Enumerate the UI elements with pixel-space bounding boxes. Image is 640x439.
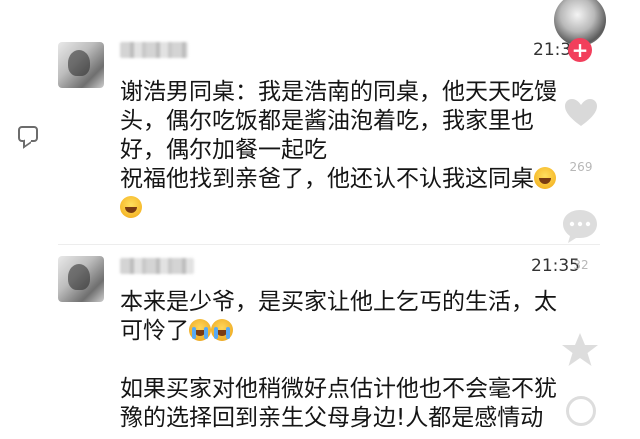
comment-count: 32 bbox=[573, 258, 589, 272]
avatar[interactable] bbox=[58, 42, 104, 88]
star-icon[interactable] bbox=[560, 330, 600, 370]
comment-icon[interactable] bbox=[18, 126, 38, 142]
follow-plus-icon[interactable]: + bbox=[568, 38, 592, 62]
heart-icon[interactable] bbox=[564, 98, 598, 128]
avatar[interactable] bbox=[58, 256, 104, 302]
comment-line bbox=[120, 194, 590, 223]
comment-line: 谢浩男同桌：我是浩南的同桌，他天天吃馒 bbox=[120, 79, 557, 105]
comment-bubble-icon[interactable] bbox=[560, 206, 600, 246]
divider bbox=[58, 244, 600, 245]
comment-line: 如果买家对他稍微好点估计他也不会毫不犹 bbox=[120, 376, 557, 402]
comment-line-text: 可怜了 bbox=[120, 318, 189, 344]
comment-line: 头，偶尔吃饭都是酱油泡着吃，我家里也 bbox=[120, 108, 534, 134]
comment-text: 本来是少爷，是买家让他上乞丐的生活，太 可怜了 如果买家对他稍微好点估计他也不会… bbox=[120, 288, 590, 433]
comment-line: 好，偶尔加餐一起吃 bbox=[120, 137, 327, 163]
laughing-crying-emoji-icon bbox=[534, 167, 556, 189]
crying-emoji-icon bbox=[211, 319, 233, 341]
comment-screen: 21:32 谢浩男同桌：我是浩南的同桌，他天天吃馒 头，偶尔吃饭都是酱油泡着吃，… bbox=[0, 0, 640, 439]
comment-line-text: 祝福他找到亲爸了，他还认不认我这同桌 bbox=[120, 166, 534, 192]
comment-text: 谢浩男同桌：我是浩南的同桌，他天天吃馒 头，偶尔吃饭都是酱油泡着吃，我家里也 好… bbox=[120, 78, 590, 223]
username-blurred[interactable] bbox=[120, 258, 194, 274]
username-blurred[interactable] bbox=[120, 42, 188, 58]
comment-line: 豫的选择回到亲生父母身边!人都是感情动 bbox=[120, 405, 544, 431]
comment-line: 祝福他找到亲爸了，他还认不认我这同桌 bbox=[120, 165, 590, 194]
like-count: 269 bbox=[569, 160, 593, 174]
crying-emoji-icon bbox=[189, 319, 211, 341]
laughing-crying-emoji-icon bbox=[120, 196, 142, 218]
share-icon[interactable] bbox=[566, 396, 596, 426]
comment-line: 本来是少爷，是买家让他上乞丐的生活，太 bbox=[120, 289, 557, 315]
comment-line: 可怜了 bbox=[120, 317, 590, 346]
